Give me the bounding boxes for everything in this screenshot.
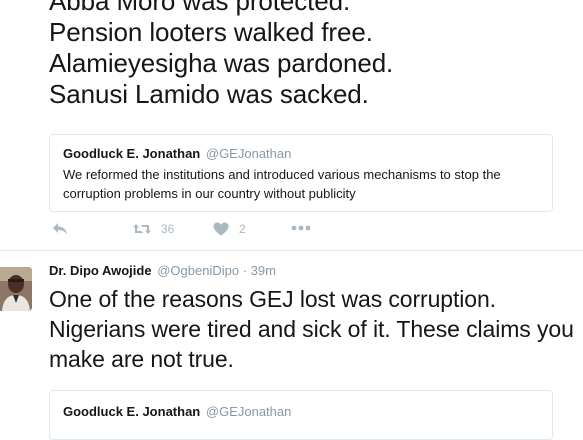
avatar[interactable]: [0, 267, 32, 311]
quoted-tweet-text: We reformed the institutions and introdu…: [63, 167, 501, 201]
tweet1-line: Pension looters walked free.: [49, 17, 373, 47]
quoted-tweet[interactable]: Goodluck E. Jonathan @GEJonathan: [49, 390, 553, 440]
retweet-button[interactable]: 36: [132, 222, 174, 236]
more-icon: [291, 225, 311, 231]
like-count: 2: [239, 222, 246, 236]
tweet1-text: Abba Moro was protected. Pension looters…: [49, 0, 393, 110]
quoted-tweet-header: Goodluck E. Jonathan @GEJonathan: [63, 403, 540, 421]
tweet-timestamp[interactable]: 39m: [251, 263, 276, 278]
tweet1-line: Abba Moro was protected.: [49, 0, 351, 16]
quoted-tweet-header: Goodluck E. Jonathan @GEJonathan: [63, 145, 540, 163]
tweet1-line: Sanusi Lamido was sacked.: [49, 79, 369, 109]
reply-button[interactable]: [52, 222, 68, 236]
quoted-author-name: Goodluck E. Jonathan: [63, 146, 201, 161]
heart-icon: [213, 222, 229, 236]
tweet-divider: [0, 250, 583, 251]
tweet1-line: Alamieyesigha was pardoned.: [49, 48, 394, 78]
quoted-author-handle: @GEJonathan: [205, 404, 292, 419]
tweet2-text: One of the reasons GEJ lost was corrupti…: [49, 286, 574, 372]
quoted-tweet[interactable]: Goodluck E. Jonathan @GEJonathan We refo…: [49, 134, 553, 212]
quoted-author-handle: @GEJonathan: [205, 146, 292, 161]
like-button[interactable]: 2: [213, 222, 246, 236]
retweet-icon: [132, 222, 152, 236]
quoted-author-name: Goodluck E. Jonathan: [63, 404, 201, 419]
author-handle[interactable]: @OgbeniDipo: [157, 263, 239, 278]
author-name[interactable]: Dr. Dipo Awojide: [49, 263, 152, 278]
tweet2-header: Dr. Dipo Awojide @OgbeniDipo · 39m: [49, 262, 276, 280]
reply-icon: [52, 222, 68, 236]
separator-dot: ·: [242, 263, 248, 278]
more-button[interactable]: [291, 225, 311, 231]
retweet-count: 36: [161, 222, 175, 236]
